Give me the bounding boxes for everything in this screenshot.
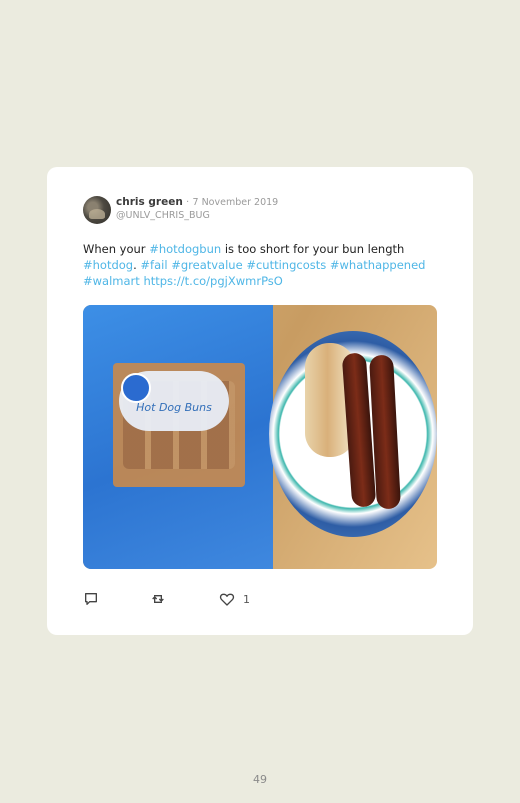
bun-bag: Hot Dog Buns — [83, 305, 273, 569]
hashtag-cuttingcosts[interactable]: #cuttingcosts — [246, 258, 326, 272]
like-count: 1 — [243, 592, 250, 606]
page-number: 49 — [253, 773, 267, 786]
hashtag-whathappened[interactable]: #whathappened — [330, 258, 426, 272]
tweet-text-middle: is too short for your bun length — [221, 242, 405, 256]
retweet-button[interactable] — [149, 591, 167, 607]
brand-logo — [121, 373, 151, 403]
retweet-icon — [152, 595, 164, 603]
hashtag-hotdogbun[interactable]: #hotdogbun — [149, 242, 221, 256]
tweet-actions: 1 — [83, 591, 283, 609]
author-handle[interactable]: @UNLV_CHRIS_BUG — [116, 210, 210, 221]
author-line: chris green · 7 November 2019 — [116, 196, 278, 208]
author-name[interactable]: chris green — [116, 196, 183, 208]
tweet-text-lead: When your — [83, 242, 150, 256]
tweet-link[interactable]: https://t.co/pgjXwmrPsO — [143, 274, 282, 288]
separator: · — [186, 197, 190, 208]
tweet-text: When your #hotdogbun is too short for yo… — [83, 241, 433, 289]
tweet-photo[interactable]: Hot Dog Buns — [83, 305, 437, 569]
hashtag-hotdog[interactable]: #hotdog — [83, 258, 133, 272]
avatar[interactable] — [83, 196, 111, 224]
hashtag-fail[interactable]: #fail — [140, 258, 167, 272]
tweet-date[interactable]: 7 November 2019 — [193, 197, 279, 208]
reply-button[interactable] — [83, 591, 99, 607]
reply-icon — [85, 593, 97, 605]
like-button[interactable]: 1 — [219, 591, 250, 607]
hashtag-walmart[interactable]: #walmart — [83, 274, 140, 288]
tweet-card: chris green · 7 November 2019 @UNLV_CHRI… — [47, 167, 473, 635]
hashtag-greatvalue[interactable]: #greatvalue — [171, 258, 242, 272]
heart-icon — [219, 593, 235, 606]
